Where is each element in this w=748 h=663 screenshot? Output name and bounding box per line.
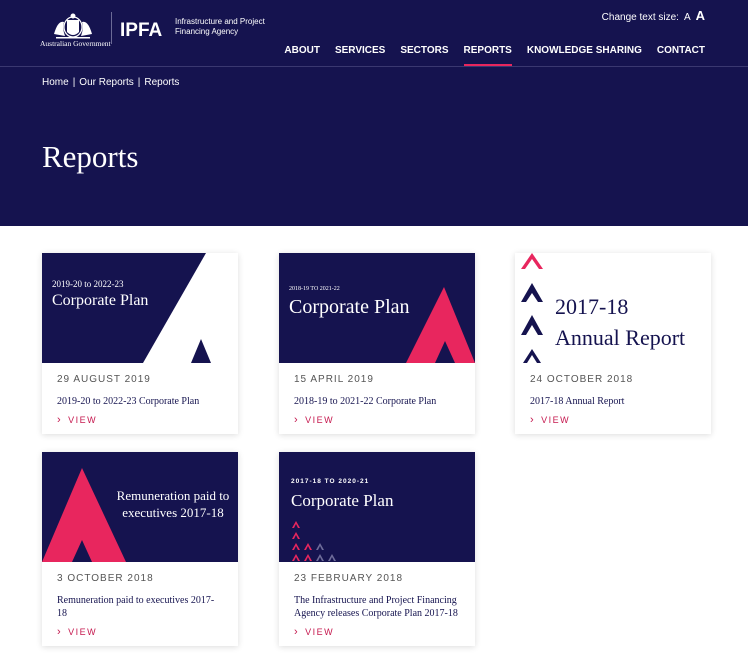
chevron-right-icon: › [294,626,300,638]
view-link[interactable]: › VIEW [57,626,223,638]
view-link[interactable]: › VIEW [57,414,223,426]
text-size-control: Change text size: A A [602,8,705,23]
ipfa-logo-text: IPFA [120,20,163,41]
breadcrumb-our-reports[interactable]: Our Reports [79,77,133,88]
card-date: 3 OCTOBER 2018 [57,573,154,584]
view-label: VIEW [68,415,98,425]
card-date: 23 FEBRUARY 2018 [294,573,404,584]
breadcrumb-separator: | [72,77,76,88]
report-card[interactable]: 2018-19 TO 2021-22 Corporate Plan 15 APR… [279,253,475,434]
card-date: 15 APRIL 2019 [294,374,374,385]
chevron-right-icon: › [530,414,536,426]
card-description[interactable]: 2019-20 to 2022-23 Corporate Plan [57,395,223,408]
report-thumbnail[interactable]: 2019-20 to 2022-23 Corporate Plan [42,253,238,363]
nav-services[interactable]: SERVICES [335,45,385,66]
site-header: Australian Government IPFA Infrastructur… [0,0,748,226]
nav-sectors[interactable]: SECTORS [400,45,448,66]
header-divider [0,66,748,67]
main-nav: ABOUT SERVICES SECTORS REPORTS KNOWLEDGE… [284,45,705,66]
breadcrumb-home[interactable]: Home [42,77,69,88]
card-description[interactable]: The Infrastructure and Project Financing… [294,594,460,620]
breadcrumb-separator: | [137,77,141,88]
nav-contact[interactable]: CONTACT [657,45,705,66]
report-card[interactable]: Remuneration paid to executives 2017-18 … [42,452,238,646]
card-description[interactable]: Remuneration paid to executives 2017-18 [57,594,223,620]
breadcrumb: Home | Our Reports | Reports [42,77,179,88]
nav-knowledge-sharing[interactable]: KNOWLEDGE SHARING [527,45,642,66]
report-card[interactable]: 2017-18 Annual Report 24 OCTOBER 2018 20… [515,253,711,434]
page-title: Reports [42,139,139,174]
nav-reports[interactable]: REPORTS [463,45,513,66]
thumbnail-title: Corporate Plan [289,296,410,318]
thumbnail-title: Corporate Plan [291,491,394,510]
ipfa-logo[interactable]: IPFA [120,17,174,41]
thumbnail-title: Remuneration paid to executives 2017-18 [116,488,230,520]
view-link[interactable]: › VIEW [294,626,460,638]
chevron-right-icon: › [57,626,63,638]
view-link[interactable]: › VIEW [294,414,460,426]
thumbnail-title: Corporate Plan [52,292,149,309]
view-label: VIEW [541,415,571,425]
card-description[interactable]: 2018-19 to 2021-22 Corporate Plan [294,395,460,408]
text-size-small-button[interactable]: A [684,12,691,23]
nav-about[interactable]: ABOUT [284,45,320,66]
logo-divider [111,12,112,44]
report-card[interactable]: 2017-18 TO 2020-21 Corporate Plan 23 FEB… [279,452,475,646]
view-label: VIEW [305,415,335,425]
view-label: VIEW [305,627,335,637]
card-date: 24 OCTOBER 2018 [530,374,634,385]
view-link[interactable]: › VIEW [530,414,696,426]
report-thumbnail[interactable]: Remuneration paid to executives 2017-18 [42,452,238,562]
card-date: 29 AUGUST 2019 [57,374,151,385]
ipfa-tagline: Infrastructure and Project Financing Age… [175,17,265,36]
report-thumbnail[interactable]: 2017-18 TO 2020-21 Corporate Plan [279,452,475,562]
chevron-right-icon: › [294,414,300,426]
text-size-label: Change text size: [601,12,679,23]
text-size-large-button[interactable]: A [696,8,705,23]
chevron-right-icon: › [57,414,63,426]
thumbnail-subtitle: 2018-19 TO 2021-22 [289,286,340,292]
report-card[interactable]: 2019-20 to 2022-23 Corporate Plan 29 AUG… [42,253,238,434]
view-label: VIEW [68,627,98,637]
thumbnail-subtitle: 2019-20 to 2022-23 [52,279,124,289]
thumbnail-title-line2: Annual Report [555,325,686,350]
thumbnail-subtitle: 2017-18 TO 2020-21 [291,478,370,485]
report-thumbnail[interactable]: 2017-18 Annual Report [515,253,711,363]
thumbnail-title-line1: 2017-18 [555,294,629,319]
breadcrumb-reports[interactable]: Reports [144,77,179,88]
government-text: Australian Government [40,39,111,48]
report-thumbnail[interactable]: 2018-19 TO 2021-22 Corporate Plan [279,253,475,363]
card-description[interactable]: 2017-18 Annual Report [530,395,696,408]
